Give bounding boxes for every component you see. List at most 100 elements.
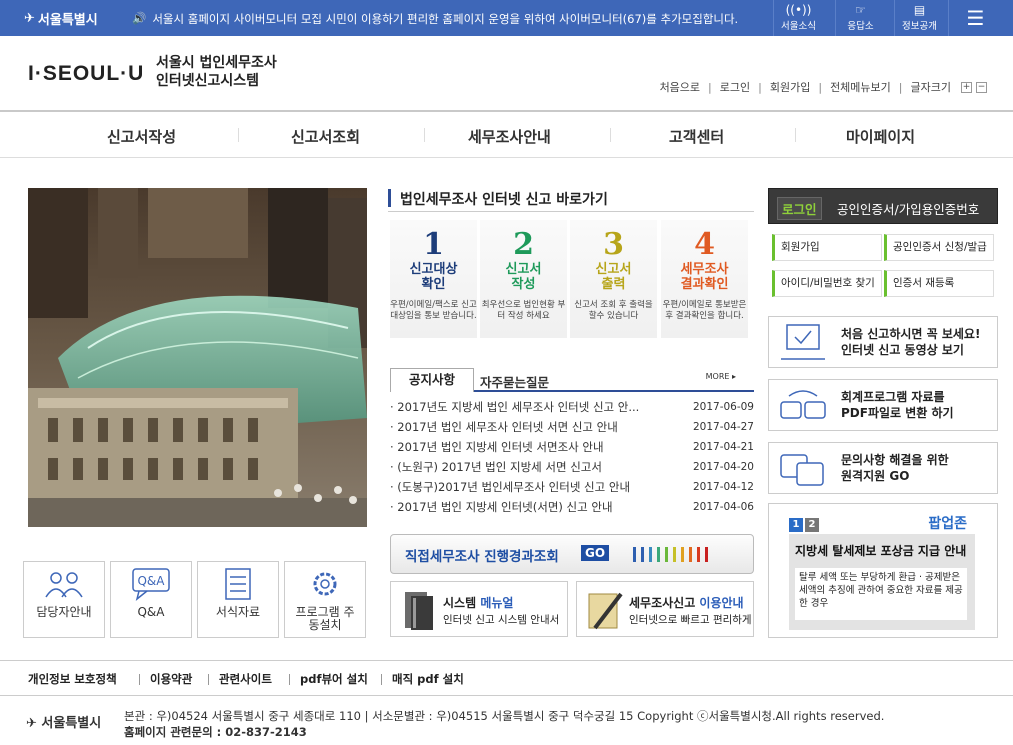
go-badge: GO [581,545,610,561]
notice-ticker[interactable]: 🔊 서울시 홈페이지 사이버모니터 모집 시민이 이용하기 편리한 홈페이지 운영… [132,11,738,27]
popup-banner[interactable]: 지방세 탈세제보 포상금 지급 안내 탈루 세액 또는 부당하게 환급 · 공제… [789,534,975,630]
notice-item[interactable]: · 2017년도 지방세 법인 세무조사 인터넷 신고 안... 2017-06-… [390,397,754,417]
footer-logo: ✈ 서울특별시 [26,716,102,731]
iseoulu-logo[interactable]: I·SEOUL·U [28,62,144,86]
city-hall-image [28,188,367,527]
pdf-convert-button[interactable]: 회계프로그램 자료를 PDF파일로 변환 하기 [768,379,998,431]
people-icon [45,572,83,598]
related-sites-link[interactable]: 관련사이트 [219,671,272,687]
notice-item[interactable]: · 2017년 법인 세무조사 인터넷 서면 신고 안내 2017-04-27 [390,417,754,437]
terms-link[interactable]: 이용약관 [150,671,192,687]
step-heading: 신고서 출력 [595,262,632,292]
step-number: 2 [513,227,534,262]
sitemap-link[interactable]: 전체메뉴보기 [830,79,891,95]
cert-issue-link[interactable]: 공인인증서 신청/발급 [884,234,994,261]
notice-item[interactable]: · (도봉구)2017년 법인세무조사 인터넷 신고 안내 2017-04-12 [390,477,754,497]
nav-report-write[interactable]: 신고서작성 [107,126,176,147]
step-desc: 최우선으로 법인현황 부터 작성 하세요 [481,300,566,321]
tab-faq[interactable]: 자주묻는질문 [480,372,549,391]
font-increase-button[interactable]: + [961,81,972,93]
menu-icon: ☰ [966,6,985,30]
footer-address: 본관 : 우)04524 서울특별시 중구 세종대로 110 | 서소문별관 :… [124,709,885,723]
step-number: 4 [694,227,715,262]
menu-button[interactable]: ☰ [948,0,1002,36]
signup-link[interactable]: 회원가입 [770,79,810,95]
nav-report-view[interactable]: 신고서조회 [291,126,360,147]
staff-guide-button[interactable]: 담당자안내 [23,561,105,638]
popup-zone: 1 2 팝업존 지방세 탈세제보 포상금 지급 안내 탈루 세액 또는 부당하게… [768,503,998,638]
cert-login-link[interactable]: 공인인증서/가입용인증번호 [837,199,979,218]
main-nav: 신고서작성 신고서조회 세무조사안내 고객센터 마이페이지 [0,114,1013,158]
hand-icon: ☞ [855,3,866,17]
nav-mypage[interactable]: 마이페이지 [846,126,915,147]
pdf-viewer-link[interactable]: pdf뷰어 설치 [300,671,368,687]
step-4[interactable]: 4 세무조사 결과확인우편/이메일로 통보받은 후 결과확인을 합니다. [661,220,748,338]
popup-page-1[interactable]: 1 [789,518,803,532]
step-desc: 우편/이메일/팩스로 신고대상임을 통보 받습니다. [390,300,477,321]
convert-icon [780,390,826,419]
speaker-icon: 🔊 [132,11,147,25]
step-3[interactable]: 3 신고서 출력 신고서 조회 후 출력을 할수 있습니다 [570,220,657,338]
notice-board: 공지사항 자주묻는질문 MORE ▸ · 2017년도 지방세 법인 세무조사 … [390,368,754,517]
form-data-button[interactable]: 서식자료 [197,561,279,638]
chat-icon [780,454,824,486]
seoul-logo-icon: ✈ [24,11,35,26]
home-link[interactable]: 처음으로 [660,79,700,95]
usage-guide-button[interactable]: 세무조사신고 이용안내 인터넷으로 빠르고 편리하게 [576,581,754,637]
gear-icon [313,572,337,596]
login-link[interactable]: 로그인 [720,79,750,95]
system-manual-button[interactable]: 시스템 메뉴얼 인터넷 신고 시스템 안내서 [390,581,568,637]
notice-title: · 2017년 법인 지방세 인터넷 서면조사 안내 [390,440,604,454]
notice-title: · (노원구) 2017년 법인 지방세 서면 신고서 [390,460,602,474]
remote-support-button[interactable]: 문의사항 해결을 위한 원격지원 GO [768,442,998,494]
more-link[interactable]: MORE ▸ [706,372,736,381]
notice-date: 2017-06-09 [692,401,754,413]
program-install-button[interactable]: 프로그램 주동설치 [284,561,366,638]
shortcut-header: 법인세무조사 인터넷 신고 바로가기 [388,188,754,212]
notice-date: 2017-04-12 [692,481,754,493]
step-1[interactable]: 1 신고대상 확인 우편/이메일/팩스로 신고대상임을 통보 받습니다. [390,220,477,338]
magic-pdf-link[interactable]: 매직 pdf 설치 [392,671,464,687]
nav-audit-guide[interactable]: 세무조사안내 [468,126,551,147]
notice-title: · 2017년 법인 세무조사 인터넷 서면 신고 안내 [390,420,618,434]
login-button[interactable]: 로그인 [777,197,822,220]
info-disclosure-button[interactable]: ▤ 정보공개 [894,0,944,36]
progress-bars-icon [633,547,708,562]
notice-title: · 2017년도 지방세 법인 세무조사 인터넷 신고 안... [390,400,640,414]
step-2[interactable]: 2 신고서 작성 최우선으로 법인현황 부터 작성 하세요 [480,220,567,338]
font-decrease-button[interactable]: − [976,81,987,93]
popup-page-2[interactable]: 2 [805,518,819,532]
nav-customer-center[interactable]: 고객센터 [669,126,724,147]
document-pen-icon [588,592,623,630]
qna-button[interactable]: Q&A Q&A [110,561,192,638]
notice-date: 2017-04-21 [692,441,754,453]
step-desc: 신고서 조회 후 출력을 할수 있습니다 [574,300,653,321]
step-heading: 세무조사 결과확인 [680,262,729,292]
notice-date: 2017-04-27 [692,421,754,433]
footer: ✈ 서울특별시 본관 : 우)04524 서울특별시 중구 세종대로 110 |… [0,697,1013,745]
header: I·SEOUL·U 서울시 법인세무조사 인터넷신고시스템 처음으로 | 로그인 | … [0,36,1013,112]
top-links: 처음으로 | 로그인 | 회원가입 | 전체메뉴보기 | 글자크기 + − [659,79,987,95]
notice-item[interactable]: · 2017년 법인 지방세 인터넷(서면) 신고 안내 2017-04-06 [390,497,754,517]
seoul-logo[interactable]: ✈ 서울특별시 [24,9,98,28]
speech-bubble-icon: Q&A [132,568,170,601]
cert-reregister-link[interactable]: 인증서 재등록 [884,270,994,297]
progress-inquiry-button[interactable]: 직접세무조사 진행경과조회 GO [390,534,754,574]
popup-zone-title: 팝업존 [928,516,967,532]
font-size-label: 글자크기 [910,81,951,94]
signup-link-box[interactable]: 회원가입 [772,234,882,261]
system-title[interactable]: 서울시 법인세무조사 인터넷신고시스템 [156,54,277,90]
shortcut-title: 법인세무조사 인터넷 신고 바로가기 [400,192,608,208]
list-document-icon [225,568,251,600]
video-guide-button[interactable]: 처음 신고하시면 꼭 보세요! 인터넷 신고 동영상 보기 [768,316,998,368]
notice-date: 2017-04-20 [692,461,754,473]
notice-item[interactable]: · 2017년 법인 지방세 인터넷 서면조사 안내 2017-04-21 [390,437,754,457]
tab-notice[interactable]: 공지사항 [390,368,474,392]
book-icon [405,592,433,630]
notice-item[interactable]: · (노원구) 2017년 법인 지방세 서면 신고서 2017-04-20 [390,457,754,477]
eungdapso-button[interactable]: ☞ 응답소 [835,0,885,36]
seoul-news-button[interactable]: ((•)) 서울소식 [773,0,823,36]
step-desc: 우편/이메일로 통보받은 후 결과확인을 합니다. [662,300,747,321]
find-id-password-link[interactable]: 아이디/비밀번호 찾기 [772,270,882,297]
privacy-policy-link[interactable]: 개인정보 보호정책 [28,671,117,687]
